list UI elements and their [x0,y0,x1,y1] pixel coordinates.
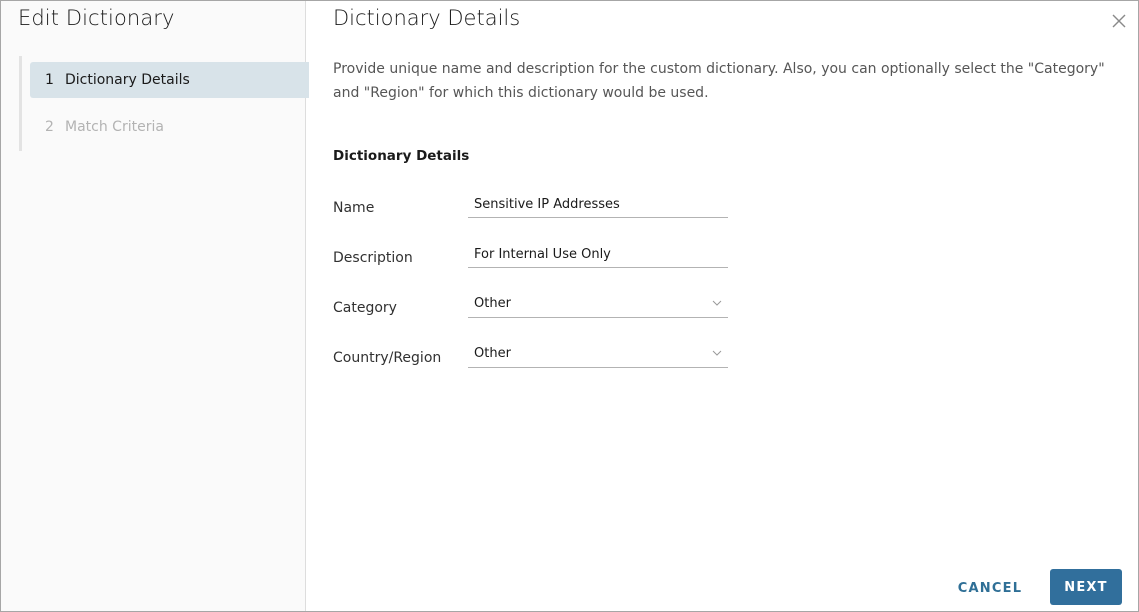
category-select[interactable]: Other [468,292,728,318]
edit-dictionary-modal: Edit Dictionary 1 Dictionary Details 2 M… [0,0,1139,612]
chevron-down-icon [712,300,722,306]
step-label: Dictionary Details [65,72,190,88]
wizard-stepper: 1 Dictionary Details 2 Match Criteria [19,56,309,151]
category-row: Category Other [333,292,733,322]
description-field-wrapper [468,242,728,268]
region-label: Country/Region [333,350,442,366]
next-button[interactable]: NEXT [1050,569,1122,605]
region-value: Other [474,346,511,361]
wizard-title: Edit Dictionary [18,6,175,30]
name-field-wrapper [468,192,728,218]
category-label: Category [333,300,397,316]
intro-text: Provide unique name and description for … [333,61,1105,101]
chevron-down-icon [712,350,722,356]
close-icon [1112,14,1126,28]
name-label: Name [333,200,375,216]
step-label: Match Criteria [65,119,164,135]
description-row: Description [333,242,733,272]
cancel-button[interactable]: CANCEL [950,571,1030,605]
step-number: 1 [45,72,54,88]
step-match-criteria[interactable]: 2 Match Criteria [30,109,309,145]
description-input[interactable] [468,242,728,267]
close-button[interactable] [1110,12,1128,30]
region-select[interactable]: Other [468,342,728,368]
name-input[interactable] [468,192,728,217]
description-label: Description [333,250,413,266]
page-title: Dictionary Details [333,6,521,30]
wizard-sidebar: Edit Dictionary 1 Dictionary Details 2 M… [1,1,309,611]
section-title: Dictionary Details [333,148,470,164]
wizard-content: Dictionary Details Provide unique name a… [306,1,1138,611]
category-value: Other [474,296,511,311]
region-row: Country/Region Other [333,342,733,372]
step-number: 2 [45,119,54,135]
name-row: Name [333,192,733,222]
step-dictionary-details[interactable]: 1 Dictionary Details [30,62,309,98]
